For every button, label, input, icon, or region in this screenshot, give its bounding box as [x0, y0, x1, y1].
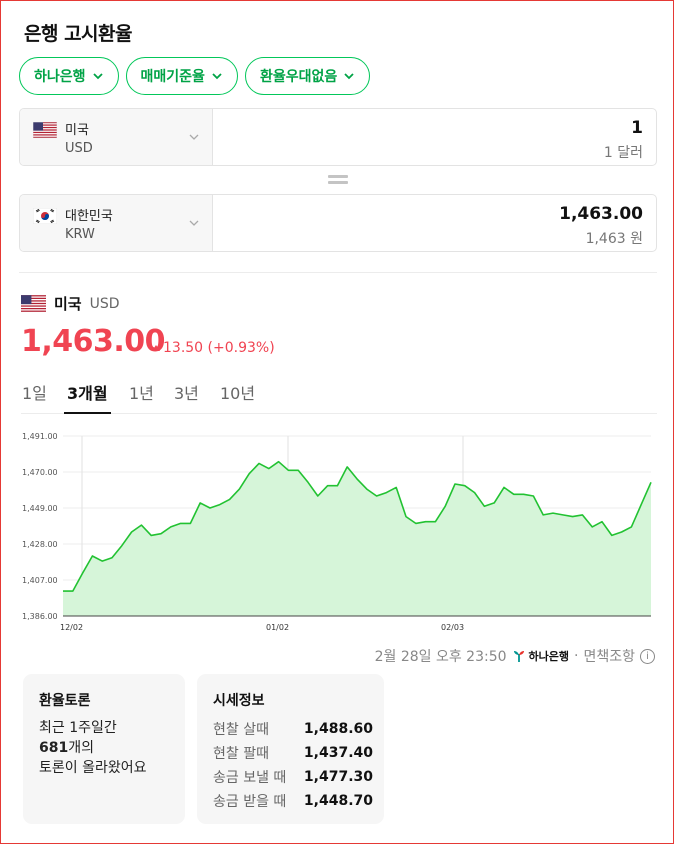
kr-flag-icon: [33, 208, 57, 224]
equals-icon: [328, 175, 348, 184]
chip-label: 매매기준율: [140, 69, 205, 85]
x-tick-label: 12/02: [60, 623, 83, 632]
market-info-row: 송금 받을 때 1,448.70: [213, 789, 373, 813]
active-tab-indicator: [64, 412, 111, 414]
divider: [19, 272, 657, 273]
from-currency-code: USD: [65, 141, 93, 156]
forum-count-suffix: 개의: [68, 740, 94, 756]
tab-1y[interactable]: 1년: [129, 380, 154, 404]
dot-separator: ·: [574, 648, 579, 664]
forum-title: 환율토론: [39, 693, 91, 709]
row-label: 송금 받을 때: [213, 794, 287, 810]
tab-3m[interactable]: 3개월: [67, 380, 108, 404]
us-flag-icon: [33, 122, 57, 138]
tab-3y[interactable]: 3년: [174, 380, 199, 404]
x-tick-label: 01/02: [266, 623, 289, 632]
bank-logo: 하나은행: [512, 648, 569, 664]
period-tabs: 1일 3개월 1년 3년 10년: [21, 370, 657, 414]
y-tick-label: 1,407.00: [22, 576, 58, 585]
update-info: 2월 28일 오후 23:50 하나은행 · 면책조항 i: [375, 646, 655, 666]
market-info-rows: 현찰 살때 1,488.60 현찰 팔때 1,437.40 송금 보낼 때 1,…: [213, 717, 373, 813]
chevron-down-icon: [212, 73, 222, 80]
forum-count: 681: [39, 740, 69, 756]
to-currency-row: 대한민국 KRW 1,463.00 1,463 원: [19, 194, 657, 252]
chevron-down-icon: [189, 134, 199, 140]
forum-card[interactable]: 환율토론 최근 1주일간 681개의 토론이 올라왔어요: [23, 674, 185, 824]
rate-type-chip[interactable]: 매매기준율: [125, 57, 238, 95]
to-amount-value: 1,463.00: [559, 204, 643, 224]
to-amount-input[interactable]: 1,463.00 1,463 원: [213, 195, 656, 251]
info-icon[interactable]: i: [640, 648, 655, 664]
chevron-down-icon: [344, 73, 354, 80]
from-amount-unit: 1 달러: [603, 145, 643, 161]
row-value: 1,477.30: [303, 769, 373, 785]
tab-10y[interactable]: 10년: [220, 380, 255, 404]
chip-label: 환율우대없음: [259, 69, 338, 85]
chip-label: 하나은행: [34, 69, 86, 85]
y-tick-label: 1,449.00: [22, 504, 58, 513]
y-tick-label: 1,470.00: [22, 468, 58, 477]
rate-change: 13.50 (+0.93%): [152, 340, 275, 356]
chevron-down-icon: [189, 220, 199, 226]
update-time: 2월 28일 오후 23:50: [374, 649, 507, 665]
row-label: 현찰 살때: [213, 722, 269, 738]
forum-line2: 681개의: [39, 738, 147, 758]
from-currency-row: 미국 USD 1 1 달러: [19, 108, 657, 166]
us-flag-icon: [21, 295, 46, 312]
hana-logo-icon: [513, 651, 524, 662]
discount-chip[interactable]: 환율우대없음: [244, 57, 371, 95]
market-info-row: 송금 보낼 때 1,477.30: [213, 765, 373, 789]
market-info-title: 시세정보: [213, 693, 265, 709]
y-tick-label: 1,491.00: [22, 432, 58, 441]
row-value: 1,488.60: [303, 721, 373, 737]
market-info-row: 현찰 살때 1,488.60: [213, 717, 373, 741]
row-label: 송금 보낼 때: [213, 770, 287, 786]
disclaimer-link[interactable]: 면책조항: [583, 646, 635, 666]
up-triangle-icon: [152, 345, 160, 351]
forum-line3: 토론이 올라왔어요: [39, 760, 147, 776]
row-value: 1,437.40: [303, 745, 373, 761]
filter-chips: 하나은행 매매기준율 환율우대없음: [19, 57, 371, 95]
currency-name: 미국: [54, 295, 82, 313]
from-amount-input[interactable]: 1 1 달러: [213, 109, 656, 165]
from-amount-value: 1: [631, 118, 643, 138]
page-title: 은행 고시환율: [24, 23, 133, 45]
x-tick-label: 02/03: [441, 623, 464, 632]
current-rate: 1,463.00: [21, 324, 166, 359]
to-currency-name: 대한민국: [65, 209, 113, 224]
forum-line1: 최근 1주일간: [39, 720, 117, 736]
chart-area-fill: [63, 461, 651, 616]
to-amount-unit: 1,463 원: [585, 231, 643, 247]
to-currency-select[interactable]: 대한민국 KRW: [20, 195, 213, 251]
market-info-row: 현찰 팔때 1,437.40: [213, 741, 373, 765]
from-currency-select[interactable]: 미국 USD: [20, 109, 213, 165]
row-value: 1,448.70: [303, 793, 373, 809]
bank-select-chip[interactable]: 하나은행: [19, 57, 119, 95]
market-info-card: 시세정보 현찰 살때 1,488.60 현찰 팔때 1,437.40 송금 보낼…: [197, 674, 384, 824]
forum-body: 최근 1주일간 681개의 토론이 올라왔어요: [39, 718, 147, 778]
from-currency-name: 미국: [65, 123, 89, 138]
row-label: 현찰 팔때: [213, 746, 269, 762]
rate-chart[interactable]: 1,491.00 1,470.00 1,449.00 1,428.00 1,407.00…: [0, 425, 674, 635]
to-currency-code: KRW: [65, 227, 95, 242]
tab-1d[interactable]: 1일: [22, 380, 47, 404]
currency-header: 미국 USD: [21, 293, 120, 314]
bank-logo-text: 하나은행: [528, 650, 570, 663]
rate-change-text: 13.50 (+0.93%): [163, 340, 275, 356]
currency-code: USD: [89, 295, 120, 312]
chevron-down-icon: [92, 73, 103, 80]
y-tick-label: 1,386.00: [22, 612, 58, 621]
y-tick-label: 1,428.00: [22, 540, 58, 549]
